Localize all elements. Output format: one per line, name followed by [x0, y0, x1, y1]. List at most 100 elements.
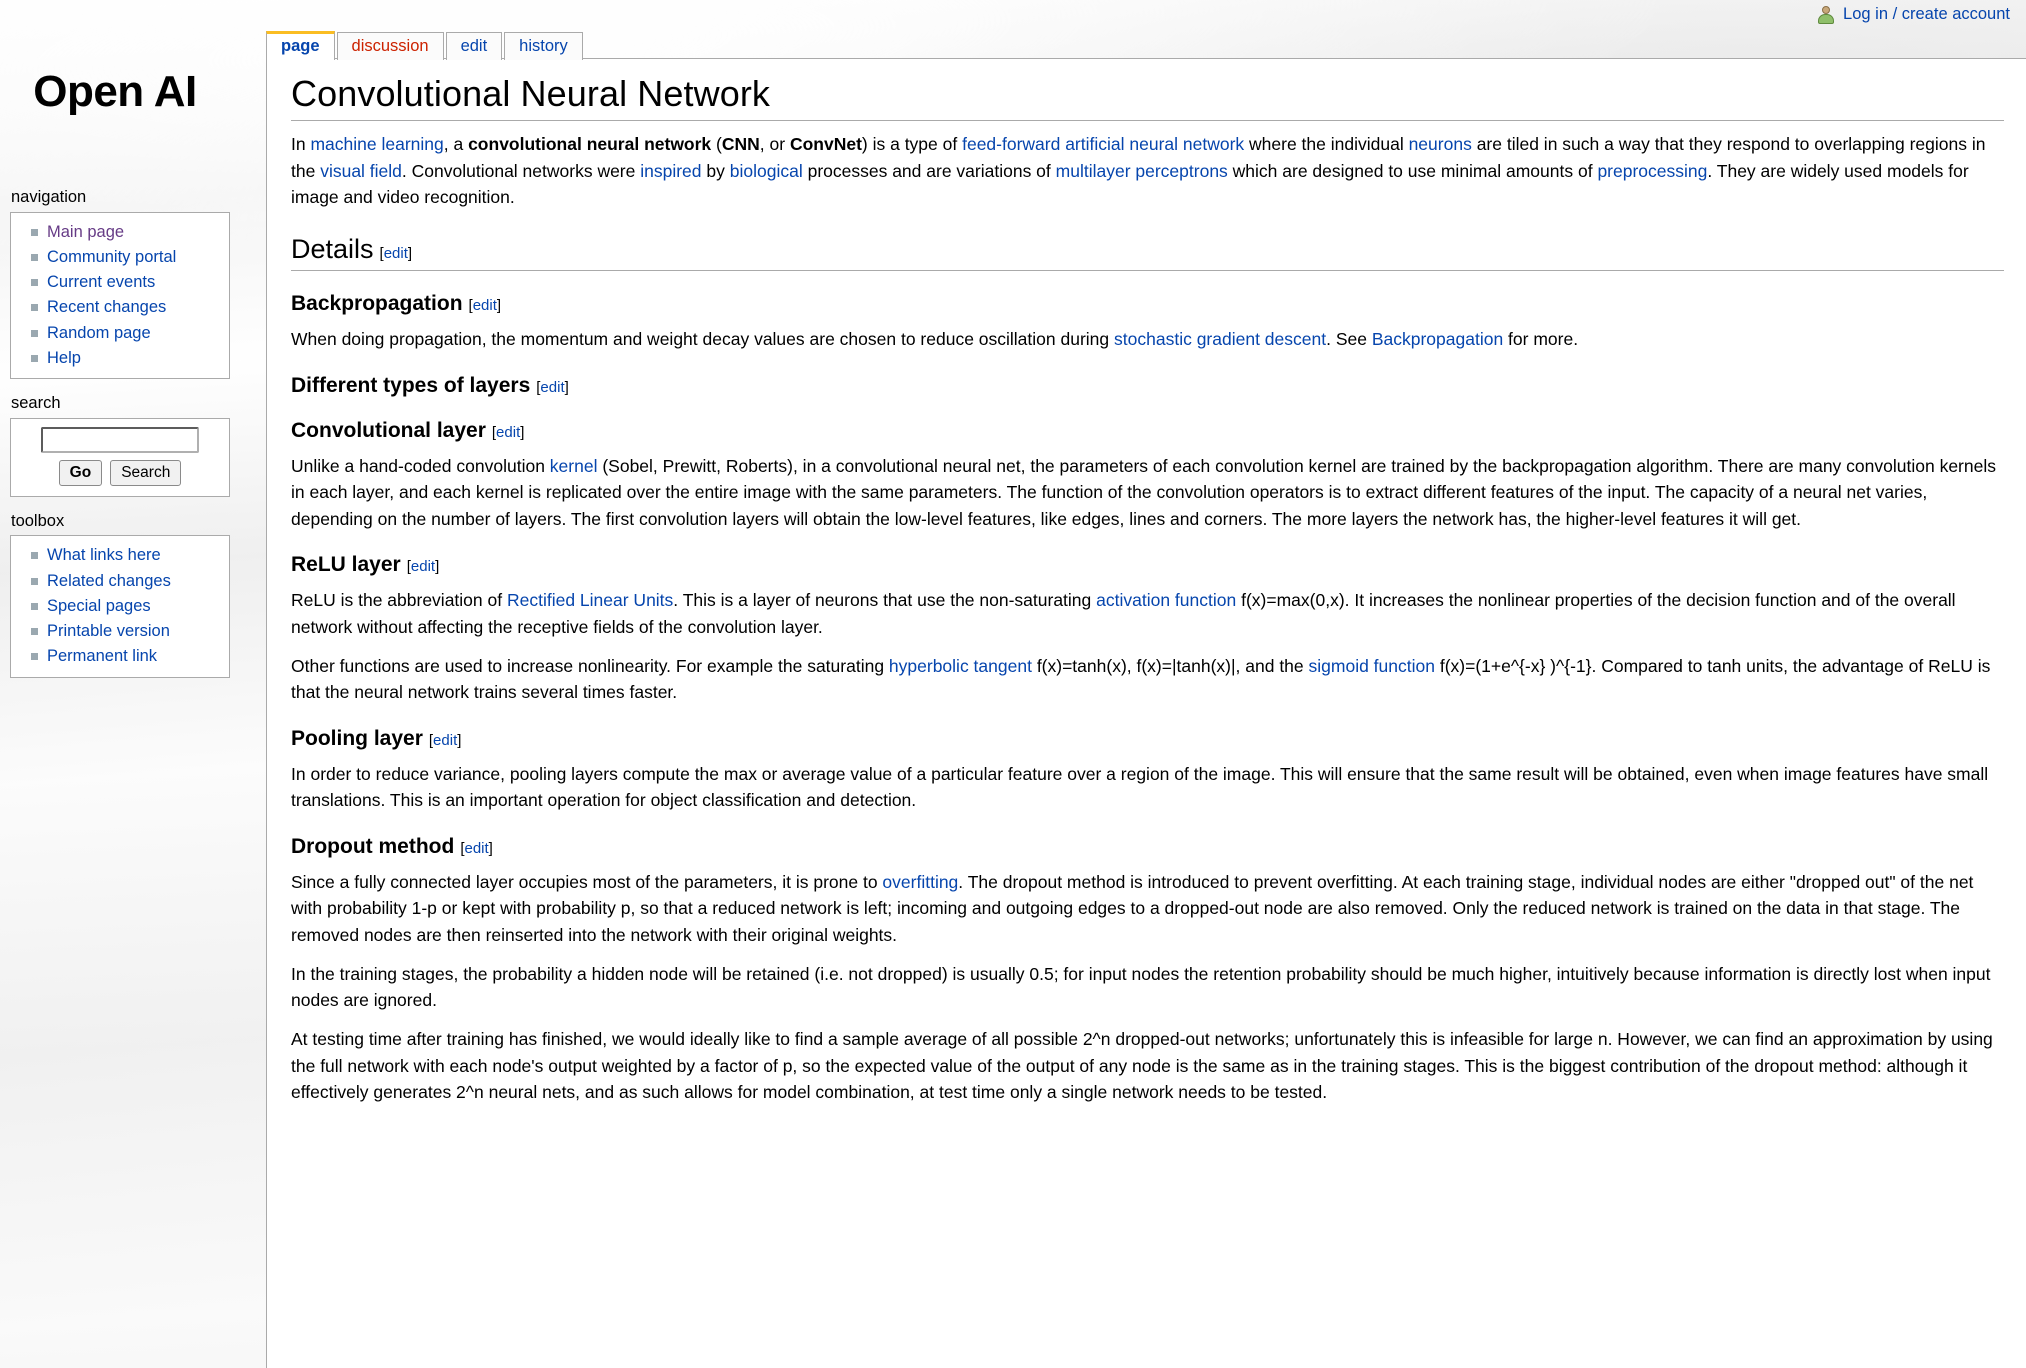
toolbox-item-permanent-link[interactable]: Permanent link — [31, 644, 229, 669]
editsection-layer-types: [edit] — [536, 378, 569, 396]
link-kernel[interactable]: kernel — [550, 456, 598, 476]
link-feed-forward-artificial-neural-network[interactable]: feed-forward artificial neural network — [962, 134, 1244, 154]
toolbox-item-special-pages[interactable]: Special pages — [31, 594, 229, 619]
link-backpropagation[interactable]: Backpropagation — [1372, 329, 1503, 349]
nav-item-random-page[interactable]: Random page — [31, 321, 229, 346]
intro-bold-convnet: ConvNet — [789, 134, 862, 155]
edit-link-relu-layer[interactable]: edit — [411, 558, 435, 575]
article-body: In machine learning, a convolutional neu… — [291, 131, 2004, 1106]
intro-text-11: which are designed to use minimal amount… — [1227, 160, 1598, 181]
intro-text-4: , or — [759, 134, 790, 155]
heading-layer-types-label: Different types of layers — [291, 373, 531, 397]
link-rectified-linear-units[interactable]: Rectified Linear Units — [507, 590, 673, 610]
nav-item-current-events[interactable]: Current events — [31, 270, 229, 295]
nav-item-recent-changes[interactable]: Recent changes — [31, 295, 229, 320]
link-stochastic-gradient-descent[interactable]: stochastic gradient descent — [1114, 329, 1326, 349]
search-search-button[interactable] — [110, 459, 182, 486]
link-neurons[interactable]: neurons — [1409, 134, 1472, 154]
link-multilayer-perceptrons[interactable]: multilayer perceptrons — [1056, 161, 1228, 181]
heading-different-types-of-layers: Different types of layers [edit] — [291, 373, 2004, 398]
tab-discussion[interactable]: discussion — [336, 31, 444, 60]
link-biological[interactable]: biological — [730, 161, 803, 181]
relu-text-4: Other functions are used to increase non… — [291, 655, 889, 676]
toolbox-item-printable-version[interactable]: Printable version — [31, 619, 229, 644]
navigation-heading: navigation — [11, 188, 87, 206]
personal-bar: Log in / create account — [1817, 0, 2026, 30]
editsection-dropout-method: [edit] — [460, 839, 493, 857]
intro-text-6: where the individual — [1244, 134, 1409, 155]
heading-pooling-layer: Pooling layer [edit] — [291, 726, 2004, 751]
toolbox-heading: toolbox — [11, 511, 65, 530]
editsection-pooling-layer: [edit] — [428, 731, 462, 749]
heading-relu-layer-label: ReLU layer — [291, 553, 401, 577]
editsection-convolutional-layer: [edit] — [491, 423, 525, 441]
search-go-button[interactable] — [58, 459, 103, 486]
heading-details: Details [edit] — [291, 233, 2004, 272]
nav-link-community-portal[interactable]: Community portal — [47, 248, 176, 266]
edit-link-details[interactable]: edit — [384, 245, 408, 262]
nav-item-community-portal[interactable]: Community portal — [31, 245, 229, 270]
toolbox-item-related-changes[interactable]: Related changes — [31, 569, 229, 594]
nav-link-main-page[interactable]: Main page — [47, 223, 124, 241]
nav-link-current-events[interactable]: Current events — [47, 273, 155, 291]
tab-edit[interactable]: edit — [445, 31, 503, 60]
intro-text-10: processes and are variations of — [802, 160, 1056, 181]
intro-text-1: In — [291, 134, 311, 155]
heading-backpropagation: Backpropagation [edit] — [291, 291, 2004, 316]
conv-text-1: Unlike a hand-coded convolution — [291, 455, 550, 476]
tab-history[interactable]: history — [504, 31, 583, 60]
heading-dropout-method: Dropout method [edit] — [291, 834, 2004, 859]
search-input[interactable] — [41, 426, 199, 453]
tab-discussion-label: discussion — [351, 36, 429, 55]
edit-link-backpropagation[interactable]: edit — [473, 297, 497, 314]
convolutional-layer-paragraph: Unlike a hand-coded convolution kernel (… — [291, 453, 2004, 533]
link-hyperbolic-tangent[interactable]: hyperbolic tangent — [889, 656, 1032, 676]
edit-link-layer-types[interactable]: edit — [540, 379, 564, 396]
user-avatar-icon — [1817, 6, 1835, 24]
toolbox-link-what-links-here[interactable]: What links here — [47, 546, 161, 564]
toolbox-link-printable-version[interactable]: Printable version — [47, 622, 170, 640]
link-overfitting[interactable]: overfitting — [882, 872, 958, 892]
content-tabs: page discussion edit history — [266, 30, 583, 60]
heading-relu-layer: ReLU layer [edit] — [291, 552, 2004, 577]
link-machine-learning[interactable]: machine learning — [310, 134, 443, 154]
tab-history-label: history — [519, 36, 568, 55]
heading-dropout-method-label: Dropout method — [291, 834, 455, 858]
dropout-paragraph-3: At testing time after training has finis… — [291, 1029, 1993, 1103]
link-activation-function[interactable]: activation function — [1096, 590, 1236, 610]
relu-text-2: . This is a layer of neurons that use th… — [673, 590, 1097, 611]
nav-link-help[interactable]: Help — [47, 349, 81, 367]
site-logo[interactable]: Open AI — [0, 0, 230, 185]
editsection-backpropagation: [edit] — [468, 297, 502, 315]
intro-paragraph: In machine learning, a convolutional neu… — [291, 131, 2004, 211]
heading-convolutional-layer: Convolutional layer [edit] — [291, 418, 2004, 443]
tab-page-label: page — [281, 36, 320, 55]
relu-text-1: ReLU is the abbreviation of — [291, 590, 507, 611]
login-create-account-link[interactable]: Log in / create account — [1843, 2, 2010, 28]
toolbox-item-what-links-here[interactable]: What links here — [31, 543, 229, 568]
portlet-toolbox: toolbox What links here Related changes … — [0, 509, 230, 678]
intro-text-3: ( — [711, 134, 722, 155]
toolbox-link-special-pages[interactable]: Special pages — [47, 597, 151, 615]
tab-page[interactable]: page — [266, 30, 335, 60]
toolbox-link-related-changes[interactable]: Related changes — [47, 572, 171, 590]
nav-link-recent-changes[interactable]: Recent changes — [47, 298, 166, 316]
editsection-details: [edit] — [379, 244, 413, 262]
nav-link-random-page[interactable]: Random page — [47, 324, 151, 342]
edit-link-pooling-layer[interactable]: edit — [433, 732, 457, 749]
main-content: Convolutional Neural Network In machine … — [266, 58, 2026, 1368]
link-inspired[interactable]: inspired — [640, 161, 701, 181]
toolbox-list: What links here Related changes Special … — [11, 543, 229, 669]
dropout-paragraph-1: Since a fully connected layer occupies m… — [291, 869, 2004, 949]
tab-edit-label: edit — [460, 36, 488, 55]
nav-item-help[interactable]: Help — [31, 346, 229, 371]
heading-pooling-layer-label: Pooling layer — [291, 726, 423, 750]
nav-item-main-page[interactable]: Main page — [31, 220, 229, 245]
edit-link-dropout-method[interactable]: edit — [464, 840, 488, 857]
link-visual-field[interactable]: visual field — [320, 161, 402, 181]
link-preprocessing[interactable]: preprocessing — [1597, 161, 1707, 181]
toolbox-link-permanent-link[interactable]: Permanent link — [47, 647, 157, 665]
link-sigmoid-function[interactable]: sigmoid function — [1309, 656, 1435, 676]
heading-convolutional-layer-label: Convolutional layer — [291, 418, 486, 442]
edit-link-convolutional-layer[interactable]: edit — [496, 424, 520, 441]
